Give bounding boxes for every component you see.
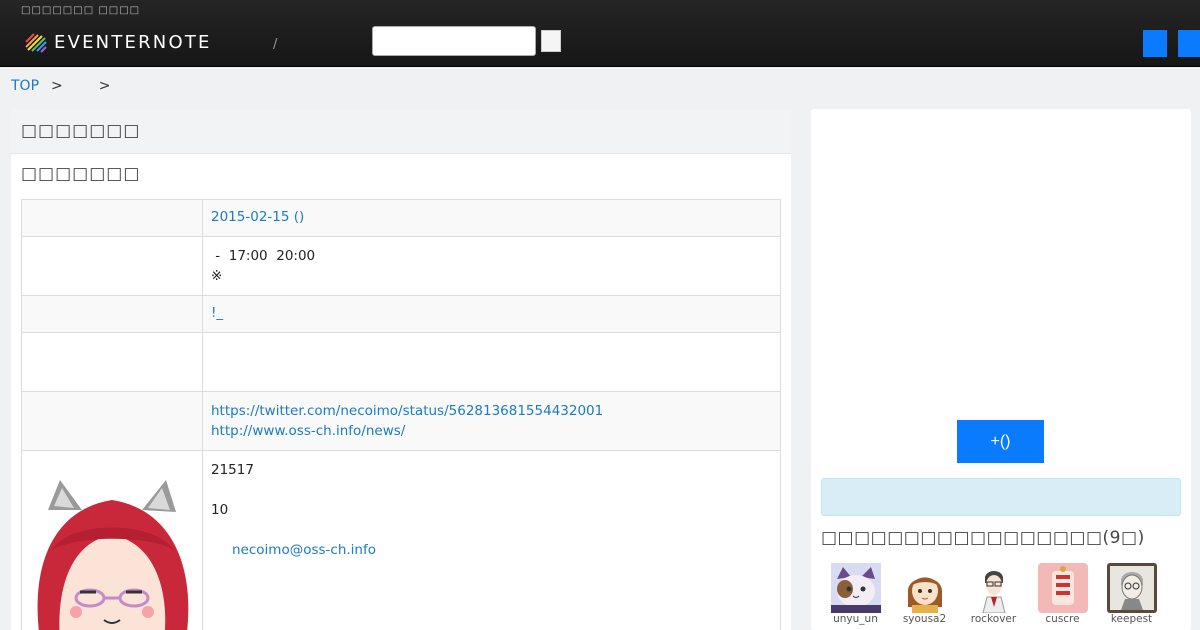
table-row [21,332,781,392]
breadcrumb: TOP > > [11,78,110,94]
event-character-image [30,480,194,630]
member-avatar [1106,563,1157,613]
table-row: - 17:00 20:00 ※ [21,236,781,296]
detail-text: 10 [211,502,229,518]
members-title: □□□□□□□□□□□□□□□□□(9□) [821,528,1145,548]
member-avatar [968,563,1019,613]
breadcrumb-top-link[interactable]: TOP [11,78,39,94]
member-item[interactable]: syousa2 [890,563,959,625]
search-button[interactable] [541,30,561,52]
event-panel: □□□□□□□ □□□□□□□ 2015-02-15 () - 17:00 20… [11,109,791,630]
header-action-button-1[interactable] [1143,30,1167,57]
site-logo[interactable]: EVENTERNOTE [24,30,212,54]
breadcrumb-separator: > [51,78,63,94]
header-action-button-2[interactable] [1178,30,1200,57]
member-item[interactable]: keepest [1097,563,1166,625]
event-time: - 17:00 20:00 [211,248,316,264]
row-value: 2015-02-15 () [202,199,781,237]
search-input[interactable] [372,26,536,56]
logo-text: EVENTERNOTE [54,31,212,53]
table-row: 2015-02-15 () [21,199,781,237]
join-button-label: +() [990,432,1011,450]
breadcrumb-separator: > [98,78,111,94]
row-label [21,391,203,451]
row-value: 21517 10 necoimo@oss-ch.info [202,450,781,630]
member-name: unyu_un [833,614,878,625]
row-value: !_ [202,295,781,333]
logo-icon [25,33,47,53]
info-alert-box [821,478,1181,516]
member-list: unyu_un syousa2 rockover cuscre keepest [821,563,1166,625]
event-date-link[interactable]: 2015-02-15 () [211,209,304,225]
section-title: □□□□□□□ [21,121,141,141]
related-link-twitter[interactable]: https://twitter.com/necoimo/status/56281… [211,401,772,421]
nav-separator: / [273,37,278,52]
row-label [21,332,203,392]
section-header: □□□□□□□ [11,109,791,154]
member-item[interactable]: unyu_un [821,563,890,625]
site-tagline: □□□□□□□ □□□□ [21,5,141,16]
row-value: https://twitter.com/necoimo/status/56281… [202,391,781,451]
member-avatar [899,563,950,613]
table-row: 21517 10 necoimo@oss-ch.info [21,450,781,630]
member-avatar [830,563,881,613]
event-title: □□□□□□□ [21,164,141,184]
member-name: keepest [1110,614,1153,625]
related-link-news[interactable]: http://www.oss-ch.info/news/ [211,421,772,441]
member-name: syousa2 [902,614,947,625]
join-event-button[interactable]: +() [957,420,1044,463]
member-item[interactable]: rockover [959,563,1028,625]
detail-text: 21517 [211,462,254,478]
top-header: □□□□□□□ □□□□ EVENTERNOTE / [0,0,1200,67]
row-label [21,295,203,333]
sidebar: +() □□□□□□□□□□□□□□□□□(9□) unyu_un syousa… [811,109,1191,630]
event-image-cell [21,450,203,630]
row-value [202,332,781,392]
event-time-note: ※ [211,268,223,284]
member-name: rockover [970,614,1017,625]
table-row: https://twitter.com/necoimo/status/56281… [21,391,781,451]
row-label [21,236,203,296]
member-avatar [1037,563,1088,613]
row-value: - 17:00 20:00 ※ [202,236,781,296]
member-item[interactable]: cuscre [1028,563,1097,625]
contact-email-link[interactable]: necoimo@oss-ch.info [211,540,772,560]
event-info-table: 2015-02-15 () - 17:00 20:00 ※ !_ https:/… [21,199,781,630]
table-row: !_ [21,295,781,333]
venue-link[interactable]: !_ [211,305,223,321]
row-label [21,199,203,237]
member-name: cuscre [1045,614,1080,625]
